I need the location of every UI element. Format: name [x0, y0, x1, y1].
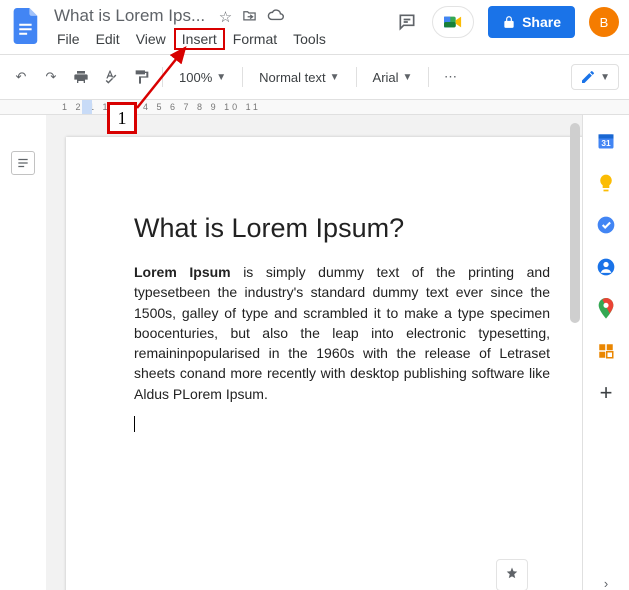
menu-view[interactable]: View [129, 29, 173, 49]
font-dropdown[interactable]: Arial ▼ [367, 70, 419, 85]
lock-icon [502, 15, 516, 29]
header-right: Share B [396, 6, 619, 38]
more-icon[interactable]: ⋯ [439, 66, 461, 88]
left-gutter [0, 115, 46, 590]
menu-format[interactable]: Format [226, 29, 284, 49]
share-label: Share [522, 14, 561, 30]
move-icon[interactable] [242, 8, 257, 27]
svg-text:31: 31 [601, 138, 611, 148]
menu-bar: File Edit View Insert Format Tools [50, 29, 333, 49]
calendar-icon[interactable]: 31 [596, 131, 616, 151]
share-button[interactable]: Share [488, 6, 575, 38]
redo-icon[interactable]: ↷ [40, 66, 62, 88]
horizontal-ruler[interactable]: 1 2 1 1 2 3 4 5 6 7 8 9 10 11 [0, 100, 629, 115]
styles-dropdown[interactable]: Normal text ▼ [253, 70, 345, 85]
account-avatar[interactable]: B [589, 7, 619, 37]
menu-insert[interactable]: Insert [175, 29, 224, 49]
meet-button[interactable] [432, 6, 474, 38]
maps-icon[interactable] [596, 299, 616, 319]
style-value: Normal text [259, 70, 325, 85]
tasks-icon[interactable] [596, 215, 616, 235]
zoom-value: 100% [179, 70, 212, 85]
doc-strong: Lorem Ipsum [134, 264, 231, 280]
menu-edit[interactable]: Edit [89, 29, 127, 49]
keep-icon[interactable] [596, 173, 616, 193]
menu-file[interactable]: File [50, 29, 87, 49]
menu-tools[interactable]: Tools [286, 29, 333, 49]
print-icon[interactable] [70, 66, 92, 88]
font-value: Arial [373, 70, 399, 85]
undo-icon[interactable]: ↶ [10, 66, 32, 88]
document-page[interactable]: What is Lorem Ipsum? Lorem Ipsum is simp… [66, 137, 582, 590]
caret-down-icon: ▼ [330, 72, 340, 83]
cloud-status-icon[interactable] [267, 8, 284, 27]
comment-history-icon[interactable] [396, 11, 418, 33]
editing-mode-button[interactable]: ▼ [571, 64, 619, 90]
doc-heading: What is Lorem Ipsum? [134, 213, 550, 244]
vertical-scrollbar[interactable] [570, 123, 580, 323]
explore-button[interactable] [496, 559, 528, 590]
side-panel: 31 + › [582, 115, 629, 590]
star-icon[interactable]: ☆ [219, 8, 232, 27]
toolbar: ↶ ↷ 100% ▼ Normal text ▼ Arial ▼ ⋯ ▼ [0, 55, 629, 100]
doc-paragraph: Lorem Ipsum is simply dummy text of the … [134, 262, 550, 404]
collapse-panel-icon[interactable]: › [604, 576, 608, 590]
spellcheck-icon[interactable] [100, 66, 122, 88]
title-block: What is Lorem Ips... ☆ File Edit View In… [50, 6, 333, 49]
doc-body-text: is simply dummy text of the printing and… [134, 264, 550, 402]
title-bar: What is Lorem Ips... ☆ File Edit View In… [0, 0, 629, 55]
document-area: What is Lorem Ipsum? Lorem Ipsum is simp… [46, 115, 582, 590]
addon-icon[interactable] [596, 341, 616, 361]
text-cursor [134, 416, 135, 432]
caret-down-icon: ▼ [403, 72, 413, 83]
pencil-icon [580, 69, 596, 85]
contacts-icon[interactable] [596, 257, 616, 277]
add-icon[interactable]: + [596, 383, 616, 403]
zoom-dropdown[interactable]: 100% ▼ [173, 70, 232, 85]
caret-down-icon: ▼ [600, 72, 610, 83]
caret-down-icon: ▼ [216, 72, 226, 83]
outline-toggle-icon[interactable] [11, 151, 35, 175]
document-title[interactable]: What is Lorem Ips... [50, 4, 209, 27]
paint-format-icon[interactable] [130, 66, 152, 88]
docs-logo-icon[interactable] [10, 6, 42, 46]
